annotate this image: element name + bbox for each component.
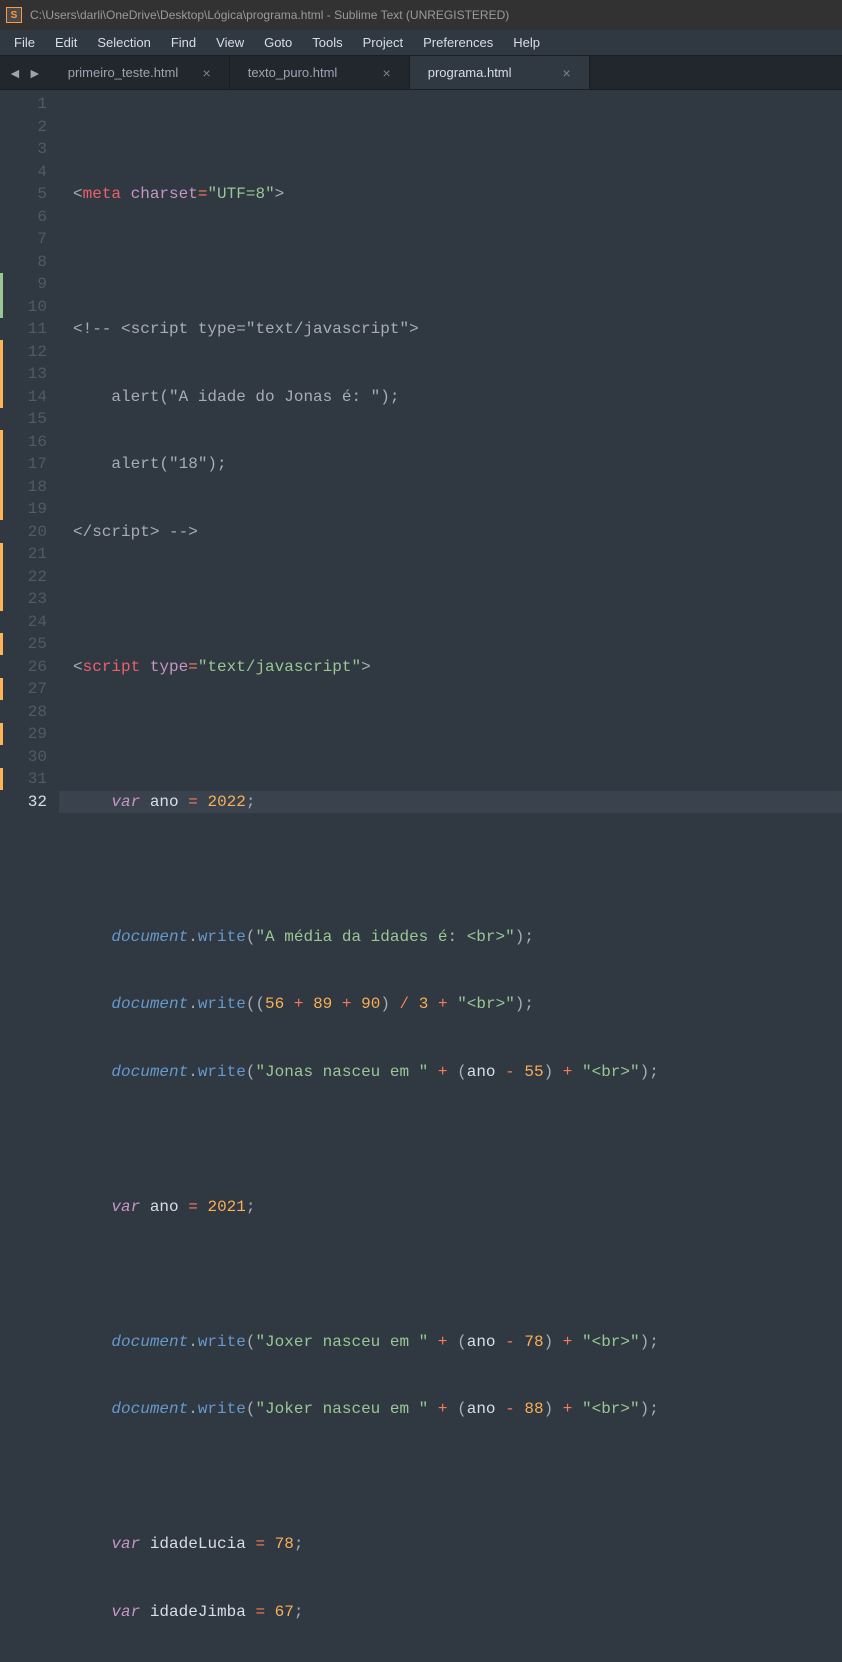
code-area[interactable]: <meta charset="UTF=8"> <!-- <script type… <box>59 90 842 831</box>
tab-texto-puro[interactable]: texto_puro.html × <box>230 56 410 89</box>
menu-selection[interactable]: Selection <box>87 32 160 53</box>
tab-label: programa.html <box>428 65 512 80</box>
tab-label: texto_puro.html <box>248 65 338 80</box>
nav-forward-icon[interactable]: ► <box>28 65 42 81</box>
window-title: C:\Users\darli\OneDrive\Desktop\Lógica\p… <box>30 8 509 22</box>
tab-programa[interactable]: programa.html × <box>410 56 590 89</box>
line-number-gutter: 1 2 3 4 5 6 7 8 9 10 11 12 13 14 15 16 1… <box>4 90 59 831</box>
menu-preferences[interactable]: Preferences <box>413 32 503 53</box>
nav-arrows: ◄ ► <box>0 56 50 89</box>
menu-project[interactable]: Project <box>353 32 413 53</box>
app-icon: S <box>6 7 22 23</box>
menu-tools[interactable]: Tools <box>302 32 352 53</box>
close-icon[interactable]: × <box>383 65 391 81</box>
window-title-bar: S C:\Users\darli\OneDrive\Desktop\Lógica… <box>0 0 842 30</box>
menu-bar: File Edit Selection Find View Goto Tools… <box>0 30 842 56</box>
nav-back-icon[interactable]: ◄ <box>8 65 22 81</box>
tab-bar: ◄ ► primeiro_teste.html × texto_puro.htm… <box>0 56 842 90</box>
menu-file[interactable]: File <box>4 32 45 53</box>
menu-find[interactable]: Find <box>161 32 206 53</box>
close-icon[interactable]: × <box>203 65 211 81</box>
menu-goto[interactable]: Goto <box>254 32 302 53</box>
menu-view[interactable]: View <box>206 32 254 53</box>
editor[interactable]: 1 2 3 4 5 6 7 8 9 10 11 12 13 14 15 16 1… <box>0 90 842 831</box>
close-icon[interactable]: × <box>563 65 571 81</box>
tab-primeiro-teste[interactable]: primeiro_teste.html × <box>50 56 230 89</box>
menu-edit[interactable]: Edit <box>45 32 87 53</box>
menu-help[interactable]: Help <box>503 32 550 53</box>
tab-label: primeiro_teste.html <box>68 65 179 80</box>
